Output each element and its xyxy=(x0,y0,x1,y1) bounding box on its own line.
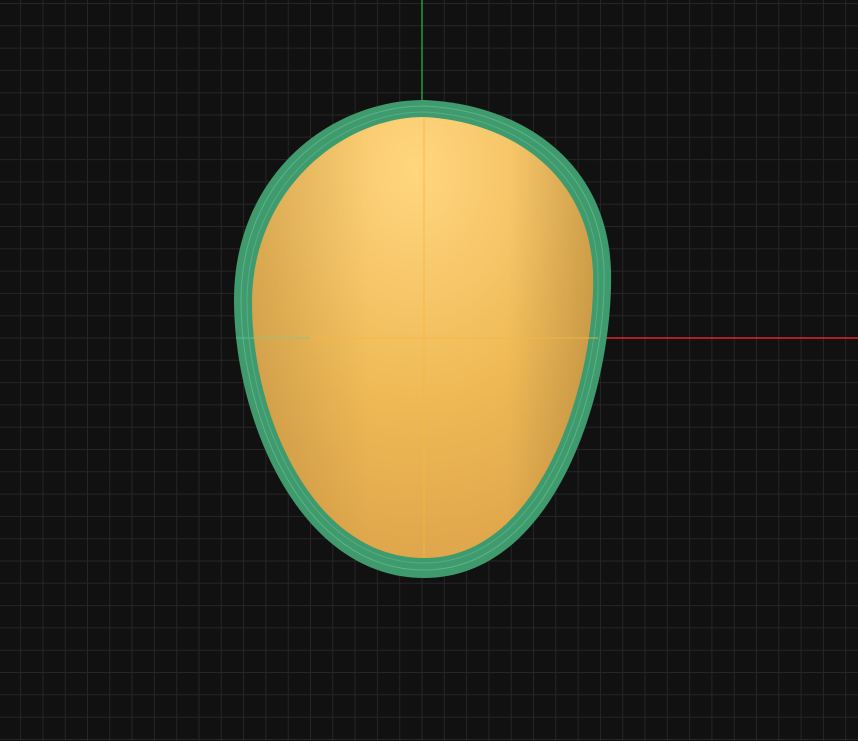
egg-model[interactable] xyxy=(234,100,612,578)
viewport-scene xyxy=(0,0,858,741)
3d-viewport[interactable] xyxy=(0,0,858,741)
